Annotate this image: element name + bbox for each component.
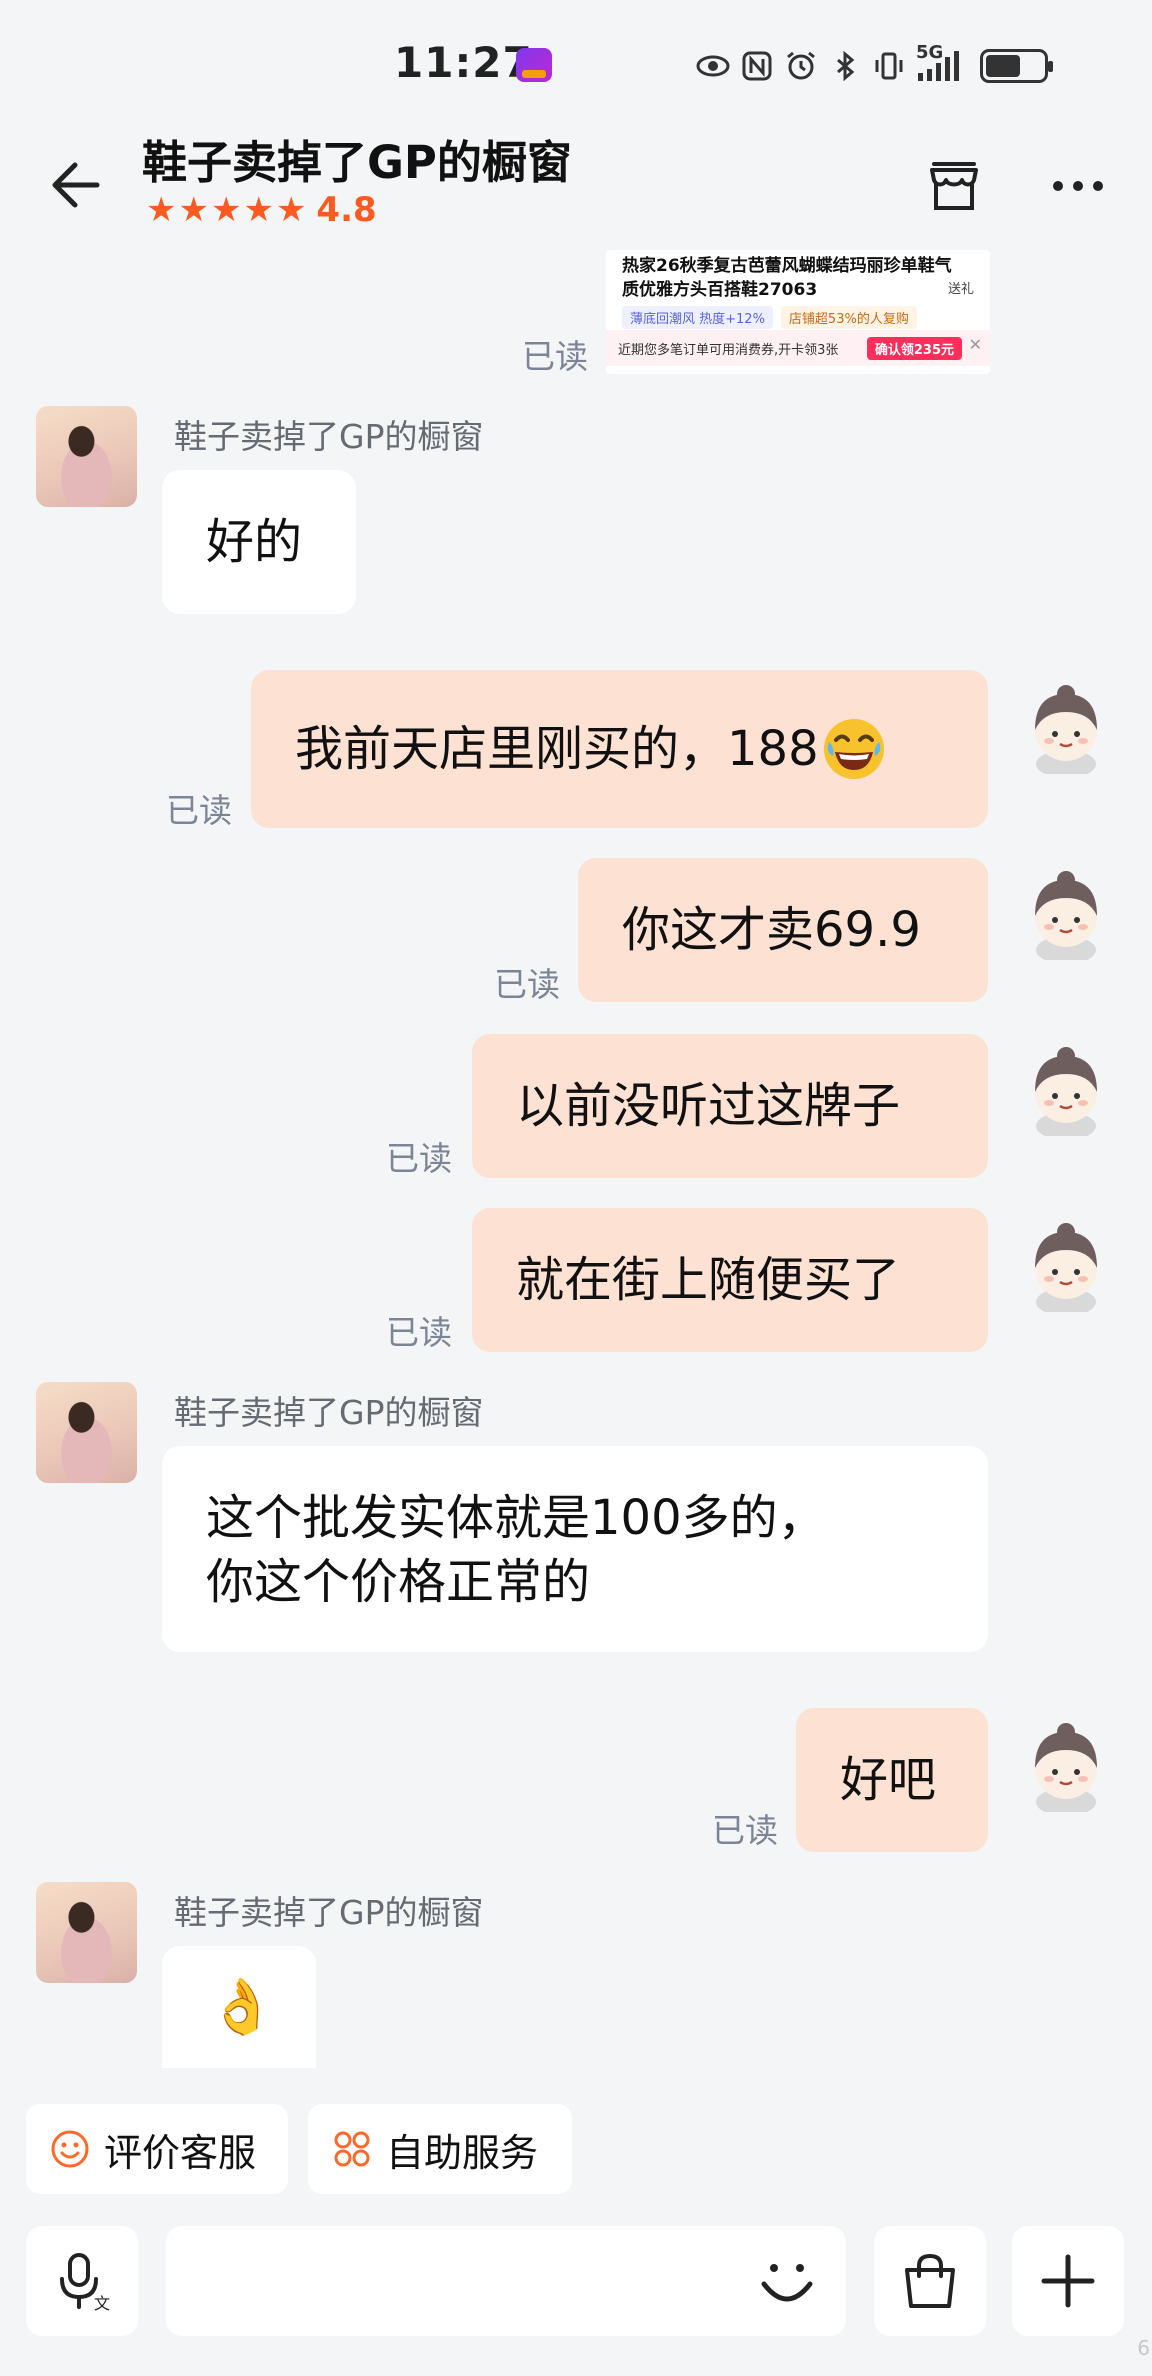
emoji-icon xyxy=(761,2264,813,2302)
message-bubble[interactable]: 这个批发实体就是100多的， 你这个价格正常的 xyxy=(162,1446,988,1652)
rate-service-label: 评价客服 xyxy=(104,2130,257,2175)
product-card[interactable]: 热家26秋季复古芭蕾风蝴蝶结玛丽珍单鞋气质优雅方头百搭鞋27063 送礼 薄底回… xyxy=(606,250,990,374)
star-icon: ★ xyxy=(146,190,177,230)
user-avatar[interactable] xyxy=(1030,1046,1102,1140)
microphone-icon: 文 xyxy=(60,2253,110,2313)
plus-icon xyxy=(1041,2254,1095,2308)
smile-icon xyxy=(51,2130,89,2168)
user-avatar-icon xyxy=(1035,1723,1097,1816)
grid-icon xyxy=(334,2131,370,2167)
shop-title: 鞋子卖掉了GP的橱窗 xyxy=(142,136,572,189)
read-status: 已读 xyxy=(386,1139,452,1178)
signal-icon: 5G xyxy=(916,44,964,83)
user-avatar[interactable] xyxy=(1030,684,1102,778)
read-status: 已读 xyxy=(386,1313,452,1352)
message-text: 我前天店里刚买的，188 xyxy=(295,721,819,777)
sender-name: 鞋子卖掉了GP的橱窗 xyxy=(174,1393,484,1432)
store-button[interactable] xyxy=(918,150,990,222)
user-avatar[interactable] xyxy=(1030,1722,1102,1816)
message-text: 你这才卖69.9 xyxy=(622,902,921,958)
emoji-button[interactable] xyxy=(742,2236,832,2326)
more-functions-button[interactable] xyxy=(1012,2226,1124,2336)
store-icon xyxy=(930,162,978,210)
app-notification-icon xyxy=(516,48,552,82)
message-bubble[interactable]: 好吧 xyxy=(796,1708,988,1852)
gift-label[interactable]: 送礼 xyxy=(948,278,974,297)
vibrate-icon xyxy=(872,49,906,83)
voice-button[interactable]: 文 xyxy=(26,2226,138,2336)
star-icon: ★ xyxy=(178,190,209,230)
product-title: 热家26秋季复古芭蕾风蝴蝶结玛丽珍单鞋气质优雅方头百搭鞋27063 xyxy=(622,256,952,300)
status-time: 11:27 xyxy=(394,38,533,87)
read-status: 已读 xyxy=(494,965,560,1004)
user-avatar[interactable] xyxy=(1030,870,1102,964)
coupon-button[interactable]: 确认领235元 xyxy=(866,337,962,360)
shop-avatar[interactable] xyxy=(36,406,137,507)
more-icon xyxy=(1053,181,1103,191)
svg-text:文: 文 xyxy=(94,2294,110,2313)
message-bubble[interactable]: 我前天店里刚买的，188 xyxy=(251,670,988,828)
message-text: 好吧 xyxy=(840,1752,937,1808)
message-bubble[interactable]: 就在街上随便买了 xyxy=(472,1208,988,1352)
status-icons: 5G xyxy=(696,44,1053,88)
message-text: 以前没听过这牌子 xyxy=(516,1078,901,1134)
message-text: 好的 xyxy=(206,514,303,570)
message-bubble[interactable]: 以前没听过这牌子 xyxy=(472,1034,988,1178)
shop-avatar[interactable] xyxy=(36,1382,137,1483)
message-bubble[interactable]: 👌 xyxy=(162,1946,316,2068)
ok-hand-emoji: 👌 xyxy=(208,1975,276,2038)
bluetooth-icon xyxy=(828,49,862,83)
product-tag: 薄底回潮风 热度+12% xyxy=(622,306,773,329)
arrow-left-icon xyxy=(52,162,100,208)
message-text: 就在街上随便买了 xyxy=(516,1252,901,1308)
message-text: 你这个价格正常的 xyxy=(206,1554,591,1610)
user-avatar-icon xyxy=(1035,1047,1097,1140)
star-icon: ★ xyxy=(243,190,274,230)
read-status: 已读 xyxy=(166,791,232,830)
corner-mark: 6 xyxy=(1137,2336,1150,2360)
shop-bag-button[interactable] xyxy=(874,2226,986,2336)
battery-icon xyxy=(980,49,1053,83)
self-service-label: 自助服务 xyxy=(386,2130,539,2175)
read-status: 已读 xyxy=(522,337,588,376)
rate-service-button[interactable]: 评价客服 xyxy=(26,2104,288,2194)
star-icon: ★ xyxy=(210,190,242,230)
laughing-emoji-icon xyxy=(823,719,884,779)
product-tag: 店铺超53%的人复购 xyxy=(780,306,917,329)
message-bubble[interactable]: 你这才卖69.9 xyxy=(578,858,988,1002)
shopping-bag-icon xyxy=(905,2253,955,2308)
sender-name: 鞋子卖掉了GP的橱窗 xyxy=(174,417,484,456)
eye-icon xyxy=(696,49,730,83)
user-avatar-icon xyxy=(1035,1223,1097,1316)
nfc-icon xyxy=(740,49,774,83)
shop-avatar[interactable] xyxy=(36,1882,137,1983)
star-icon: ★ xyxy=(275,190,307,230)
user-avatar[interactable] xyxy=(1030,1222,1102,1316)
back-button[interactable] xyxy=(38,150,108,220)
rating-value: 4.8 xyxy=(316,190,377,230)
alarm-icon xyxy=(784,49,818,83)
user-avatar-icon xyxy=(1035,685,1097,778)
user-avatar-icon xyxy=(1035,871,1097,964)
self-service-button[interactable]: 自助服务 xyxy=(308,2104,572,2194)
coupon-banner: 近期您多笔订单可用消费券,开卡领3张 确认领235元 ✕ xyxy=(606,330,990,366)
message-text: 这个批发实体就是100多的， xyxy=(206,1490,826,1546)
product-tags: 薄底回潮风 热度+12% 店铺超53%的人复购 xyxy=(622,306,917,329)
read-status: 已读 xyxy=(712,1811,778,1850)
message-bubble[interactable]: 好的 xyxy=(162,470,356,614)
close-icon[interactable]: ✕ xyxy=(969,335,982,354)
sender-name: 鞋子卖掉了GP的橱窗 xyxy=(174,1893,484,1932)
shop-rating: ★ ★ ★ ★ ★ 4.8 xyxy=(146,190,377,230)
status-bar: 11:27 5G xyxy=(0,0,1152,130)
coupon-text: 近期您多笔订单可用消费券,开卡领3张 xyxy=(618,342,839,358)
more-button[interactable] xyxy=(1042,150,1114,222)
